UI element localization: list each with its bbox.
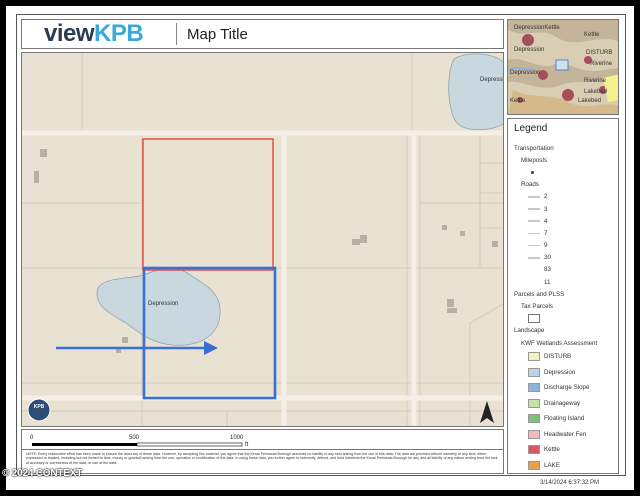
inset-label: DepressionKettle — [514, 25, 560, 31]
legend-wetland-class: Kettle — [514, 442, 612, 458]
legend-landscape: Landscape — [514, 327, 545, 335]
inset-label: Kettle — [510, 98, 526, 104]
legend-wetland-class: Drainageway — [514, 396, 612, 412]
wetland-swatch — [528, 445, 540, 455]
legend-wetland-class: LAKE — [514, 458, 612, 474]
legend-wetland-class: Headwater Fen — [514, 427, 612, 443]
lake-northeast — [448, 53, 503, 131]
scale-tick-1000: 1000 — [230, 435, 244, 441]
scale-tick-500: 500 — [129, 435, 140, 441]
legend-tax-parcels: Tax Parcels — [521, 303, 553, 311]
inset-label: Kettle — [584, 32, 600, 38]
north-arrow-icon — [480, 401, 494, 423]
lake-label: Depression — [480, 77, 503, 83]
inset-label: Depression — [510, 70, 541, 76]
legend-milepost-symbol — [514, 166, 612, 178]
scale-tick-0: 0 — [30, 435, 34, 441]
logo-view-text: view — [44, 20, 95, 47]
road-line-icon — [528, 232, 540, 235]
legend-road-class: 4 — [514, 215, 612, 227]
wetland-label: Discharge Slope — [544, 384, 590, 392]
road-line-icon — [528, 257, 540, 259]
wetland-swatch — [528, 414, 540, 424]
logo-kpb-text: KPB — [94, 20, 144, 47]
road-class-label: 83 — [544, 266, 551, 274]
wetland-label: Kettle — [544, 446, 560, 454]
legend-road-class: 9 — [514, 240, 612, 252]
legend-road-class: 7 — [514, 227, 612, 239]
legend-wetland-class: DISTURB — [514, 349, 612, 365]
road-class-label: 30 — [544, 254, 551, 262]
road-class-label: 11 — [544, 278, 551, 286]
road-line-icon — [528, 220, 540, 222]
legend-road-class: 11 — [514, 276, 612, 288]
wetland-label: LAKE — [544, 461, 560, 469]
selected-parcel-outline[interactable] — [142, 138, 274, 271]
legend-roads: Roads — [521, 181, 539, 189]
legend-road-class: 83 — [514, 264, 612, 276]
inset-label: Depression — [514, 47, 545, 53]
milepost-dot-icon — [531, 170, 534, 174]
inset-label: Riverine — [590, 61, 613, 67]
legend-kwf: KWF Wetlands Assessment — [521, 339, 598, 347]
road-class-label: 9 — [544, 242, 548, 250]
print-date: 3/14/2024 6:37:32 PM — [540, 480, 600, 486]
legend-tax-parcel-symbol — [514, 313, 612, 325]
map-title: Map Title — [187, 25, 248, 43]
wetland-label: Depression — [544, 368, 576, 376]
scale-bar: 0 500 1000 ft — [21, 429, 504, 449]
road-class-label: 4 — [544, 217, 548, 225]
legend-road-class: 30 — [514, 252, 612, 264]
inset-label: DISTURB — [586, 50, 613, 56]
road-line-icon — [528, 196, 540, 198]
legend-title: Legend — [514, 123, 548, 134]
kpb-badge-text: KPB — [33, 404, 45, 410]
wetland-label: Floating Island — [544, 415, 585, 423]
legend-wetland-class: Floating Island — [514, 411, 612, 427]
legend-panel: Legend Transportation Mileposts Roads 2 3… — [507, 118, 619, 474]
legend-road-class: 3 — [514, 203, 612, 215]
parcel-lines — [22, 53, 503, 426]
wetland-swatch — [528, 367, 540, 377]
wetland-swatch — [528, 383, 540, 393]
map-header: view KPB Map Title — [21, 19, 504, 49]
legend-wetland-class: Discharge Slope — [514, 380, 612, 396]
wetland-swatch — [528, 460, 540, 470]
legend-road-class: 2 — [514, 191, 612, 203]
inset-label: Riverine — [584, 78, 607, 84]
kpb-badge-icon — [27, 398, 51, 422]
legend-mileposts: Mileposts — [521, 156, 548, 164]
copyright-watermark: © 2024 CONTEXT — [2, 468, 83, 479]
header-divider — [176, 23, 177, 45]
wetland-swatch — [528, 398, 540, 408]
tax-parcel-swatch — [528, 314, 540, 324]
road-line-icon — [528, 269, 540, 271]
road-class-label: 7 — [544, 229, 548, 237]
disclaimer-note: NOTE: Every reasonable effort has been m… — [21, 449, 504, 474]
road-line-icon — [528, 244, 540, 247]
map-canvas[interactable] — [22, 53, 504, 427]
wetland-swatch — [528, 352, 540, 362]
legend-parcels-plss: Parcels and PLSS — [514, 290, 565, 298]
road-line-icon — [528, 208, 540, 210]
wetland-swatch — [528, 429, 540, 439]
main-map[interactable]: Depression Depression KPB — [21, 52, 504, 427]
wetland-label: Headwater Fen — [544, 430, 587, 438]
depression-label: Depression — [148, 301, 179, 307]
inset-label: Lakebed — [584, 89, 608, 95]
inset-label: Lakebed — [578, 98, 602, 104]
building-footprints — [34, 149, 498, 353]
road-class-label: 2 — [544, 193, 548, 201]
road-class-label: 3 — [544, 205, 548, 213]
wetland-label: Drainageway — [544, 399, 581, 407]
inset-map[interactable]: DepressionKettle Kettle Depression DISTU… — [507, 19, 619, 115]
legend-transportation: Transportation — [514, 144, 554, 152]
scale-unit: ft — [245, 442, 249, 448]
wetland-label: DISTURB — [544, 353, 572, 361]
road-line-icon — [528, 281, 540, 283]
legend-wetland-class: Depression — [514, 365, 612, 381]
scale-bar-graphic — [32, 442, 243, 447]
pointer-arrow-head — [204, 341, 218, 355]
viewkpb-logo: view KPB — [22, 20, 170, 48]
